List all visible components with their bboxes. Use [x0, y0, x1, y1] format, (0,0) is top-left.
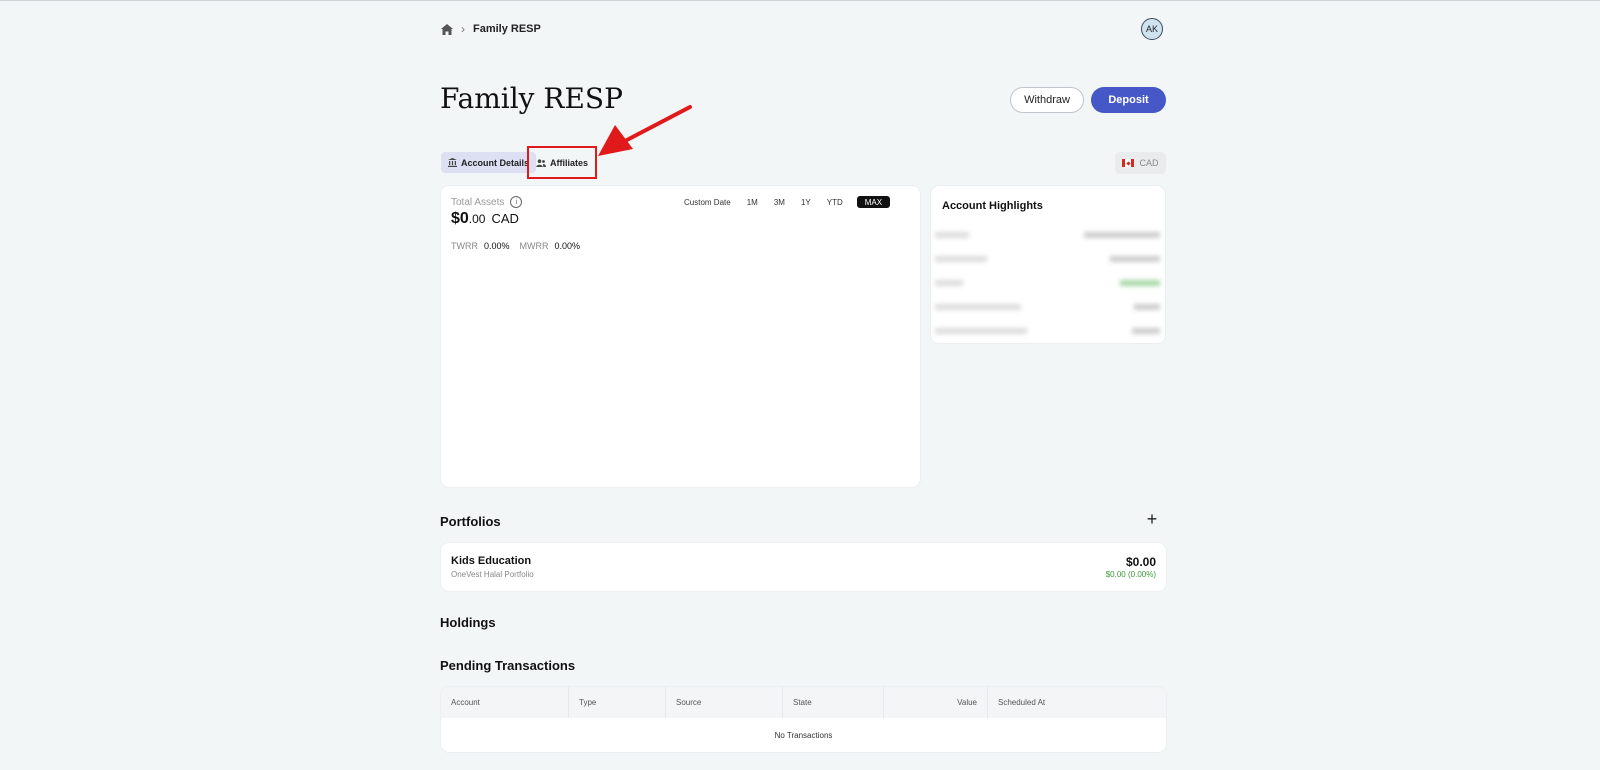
highlight-row — [935, 299, 1160, 315]
range-ytd[interactable]: YTD — [819, 196, 851, 208]
tab-account-details-label: Account Details — [461, 157, 530, 168]
total-assets-label: Total Assets — [451, 196, 505, 208]
range-1m[interactable]: 1M — [739, 196, 766, 208]
tab-account-details[interactable]: Account Details — [441, 152, 537, 173]
range-custom-date[interactable]: Custom Date — [676, 196, 739, 208]
avatar[interactable]: AK — [1141, 18, 1163, 40]
table-header: Account Type Source State Value Schedule… — [441, 687, 1166, 718]
annotation-highlight-box — [527, 146, 597, 179]
portfolio-subtitle: OneVest Halal Portfolio — [451, 570, 534, 579]
twrr-label: TWRR — [451, 241, 478, 251]
holdings-title: Holdings — [440, 615, 496, 630]
mwrr-value: 0.00% — [554, 241, 581, 251]
add-portfolio-icon[interactable]: + — [1144, 510, 1160, 528]
deposit-button[interactable]: Deposit — [1091, 87, 1166, 113]
currency-code: CAD — [1139, 158, 1159, 168]
portfolio-change: $0.00 (0.00%) — [1105, 570, 1156, 579]
annotation-arrow — [598, 105, 692, 156]
total-assets-card — [441, 186, 920, 487]
breadcrumb: › Family RESP — [441, 21, 541, 37]
column-header-type[interactable]: Type — [569, 687, 666, 718]
total-assets-currency: CAD — [491, 211, 519, 226]
total-assets-label-row: Total Assets i — [451, 196, 523, 208]
currency-selector[interactable]: CAD — [1115, 152, 1166, 174]
column-header-scheduled-at[interactable]: Scheduled At — [988, 687, 1166, 718]
pending-transactions-table: Account Type Source State Value Schedule… — [441, 687, 1166, 752]
return-rates: TWRR 0.00% MWRR 0.00% — [451, 241, 584, 251]
total-assets-cents: .00 — [468, 212, 486, 226]
portfolio-item[interactable] — [441, 543, 1166, 591]
highlight-row — [935, 227, 1160, 243]
account-highlights-title: Account Highlights — [942, 200, 1043, 212]
chevron-right-icon: › — [461, 22, 465, 36]
date-range-selector: Custom Date 1M 3M 1Y YTD MAX — [676, 196, 891, 208]
home-icon[interactable] — [441, 23, 453, 35]
range-1y[interactable]: 1Y — [793, 196, 819, 208]
total-assets-value: $0 .00 CAD — [451, 210, 519, 228]
canada-flag-icon — [1122, 159, 1135, 167]
info-icon[interactable]: i — [510, 196, 523, 208]
highlight-row — [935, 275, 1160, 291]
range-max[interactable]: MAX — [856, 196, 891, 208]
withdraw-button[interactable]: Withdraw — [1010, 87, 1084, 113]
highlight-row — [935, 323, 1160, 339]
total-assets-whole: $0 — [451, 210, 469, 227]
column-header-value[interactable]: Value — [884, 687, 988, 718]
column-header-state[interactable]: State — [783, 687, 884, 718]
pending-transactions-title: Pending Transactions — [440, 658, 576, 673]
portfolio-name[interactable]: Kids Education — [451, 555, 531, 567]
portfolio-value: $0.00 — [1125, 555, 1156, 569]
column-header-source[interactable]: Source — [666, 687, 783, 718]
empty-state: No Transactions — [774, 730, 833, 740]
breadcrumb-current: Family RESP — [473, 23, 541, 35]
mwrr-label: MWRR — [519, 241, 549, 251]
portfolios-title: Portfolios — [440, 514, 501, 529]
highlight-row — [935, 251, 1160, 267]
twrr-value: 0.00% — [484, 241, 510, 251]
bank-icon — [448, 158, 457, 167]
column-header-account[interactable]: Account — [441, 687, 569, 718]
range-3m[interactable]: 3M — [766, 196, 793, 208]
